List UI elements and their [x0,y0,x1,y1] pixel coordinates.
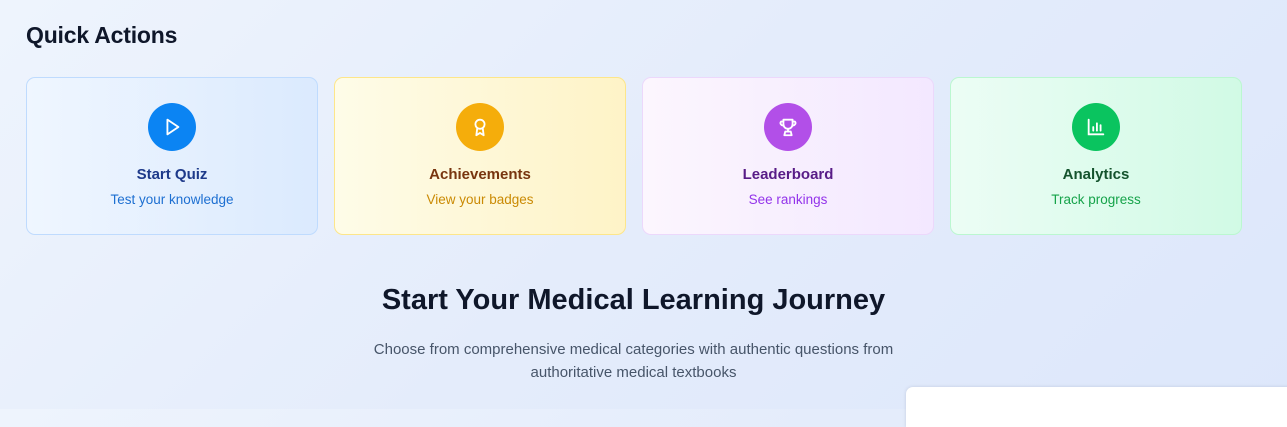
achievements-subtitle: View your badges [426,192,534,207]
play-icon [148,103,196,151]
hero-title: Start Your Medical Learning Journey [381,284,886,316]
award-icon [456,103,504,151]
leaderboard-subtitle: See rankings [748,192,828,207]
start-quiz-title: Start Quiz [136,166,208,183]
leaderboard-card[interactable]: Leaderboard See rankings [642,77,934,235]
quick-actions-title: Quick Actions [26,22,178,48]
bar-chart-icon [1072,103,1120,151]
quick-actions-grid: Start Quiz Test your knowledge Achieveme… [26,77,1242,235]
start-quiz-card[interactable]: Start Quiz Test your knowledge [26,77,318,235]
content-panel [906,387,1287,427]
leaderboard-title: Leaderboard [742,166,834,183]
hero-subtitle: Choose from comprehensive medical catego… [373,341,894,381]
analytics-card[interactable]: Analytics Track progress [950,77,1242,235]
start-quiz-subtitle: Test your knowledge [110,192,234,207]
achievements-title: Achievements [429,166,531,183]
trophy-icon [764,103,812,151]
analytics-title: Analytics [1062,166,1130,183]
analytics-subtitle: Track progress [1051,192,1141,207]
achievements-card[interactable]: Achievements View your badges [334,77,626,235]
